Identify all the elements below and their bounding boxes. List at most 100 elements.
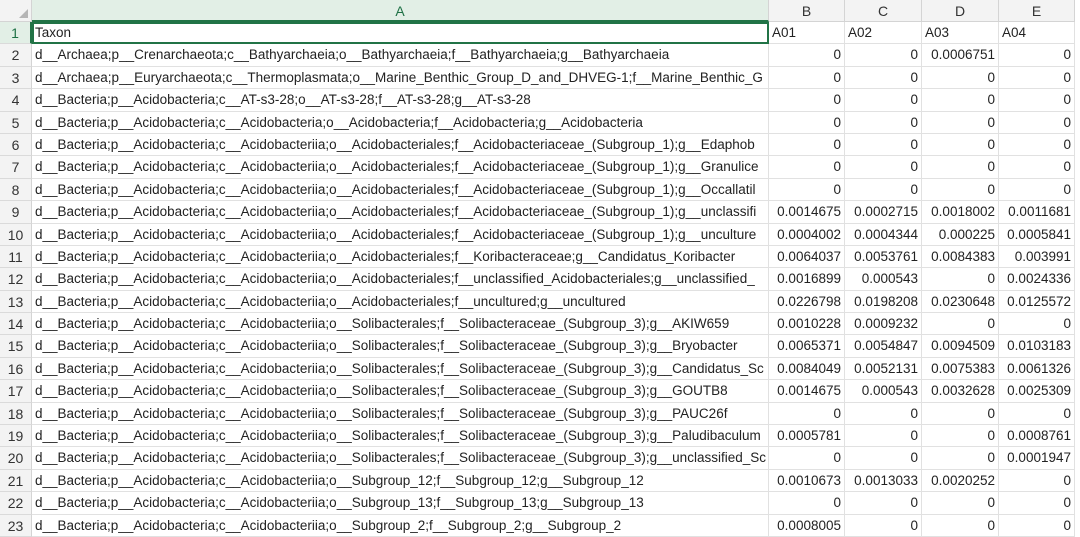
cell-e22[interactable]: 0 [999, 492, 1075, 515]
row-header-22[interactable]: 22 [0, 492, 32, 515]
cell-b14[interactable]: 0.0010228 [769, 313, 845, 336]
cell-a6[interactable]: d__Bacteria;p__Acidobacteria;c__Acidobac… [32, 133, 769, 157]
cell-e9[interactable]: 0.0011681 [999, 201, 1075, 224]
row-header-20[interactable]: 20 [0, 447, 32, 470]
cell-b18[interactable]: 0 [769, 402, 845, 426]
cell-c5[interactable]: 0 [845, 111, 922, 134]
cell-b19[interactable]: 0.0005781 [769, 425, 845, 448]
column-header-a[interactable]: A [32, 0, 769, 22]
cell-d22[interactable]: 0 [922, 492, 999, 515]
cell-a8[interactable]: d__Bacteria;p__Acidobacteria;c__Acidobac… [32, 178, 769, 202]
cell-a16[interactable]: d__Bacteria;p__Acidobacteria;c__Acidobac… [32, 357, 769, 381]
row-header-1[interactable]: 1 [0, 22, 32, 45]
cell-a12[interactable]: d__Bacteria;p__Acidobacteria;c__Acidobac… [32, 268, 769, 291]
cell-c18[interactable]: 0 [845, 402, 922, 426]
cell-b20[interactable]: 0 [769, 447, 845, 470]
select-all-button[interactable] [0, 0, 32, 22]
cell-a5[interactable]: d__Bacteria;p__Acidobacteria;c__Acidobac… [32, 111, 769, 134]
cell-e13[interactable]: 0.0125572 [999, 290, 1075, 314]
cell-e21[interactable]: 0 [999, 469, 1075, 493]
cell-c2[interactable]: 0 [845, 44, 922, 67]
row-header-13[interactable]: 13 [0, 290, 32, 314]
cell-b4[interactable]: 0 [769, 89, 845, 112]
cell-b2[interactable]: 0 [769, 44, 845, 67]
cell-a1[interactable]: Taxon [32, 22, 769, 45]
cell-d9[interactable]: 0.0018002 [922, 201, 999, 224]
cell-e7[interactable]: 0 [999, 156, 1075, 179]
cell-d16[interactable]: 0.0075383 [922, 357, 999, 381]
cell-b12[interactable]: 0.0016899 [769, 268, 845, 291]
cell-c10[interactable]: 0.0004344 [845, 223, 922, 246]
cell-b5[interactable]: 0 [769, 111, 845, 134]
cell-d19[interactable]: 0 [922, 425, 999, 448]
column-header-d[interactable]: D [922, 0, 999, 22]
cell-d1[interactable]: A03 [922, 22, 999, 45]
cell-a11[interactable]: d__Bacteria;p__Acidobacteria;c__Acidobac… [32, 245, 769, 269]
cell-a9[interactable]: d__Bacteria;p__Acidobacteria;c__Acidobac… [32, 201, 769, 224]
cell-d8[interactable]: 0 [922, 178, 999, 202]
cell-d21[interactable]: 0.0020252 [922, 469, 999, 493]
cell-a15[interactable]: d__Bacteria;p__Acidobacteria;c__Acidobac… [32, 335, 769, 358]
cell-a2[interactable]: d__Archaea;p__Crenarchaeota;c__Bathyarch… [32, 44, 769, 67]
row-header-12[interactable]: 12 [0, 268, 32, 291]
row-header-15[interactable]: 15 [0, 335, 32, 358]
cell-b13[interactable]: 0.0226798 [769, 290, 845, 314]
cell-c16[interactable]: 0.0052131 [845, 357, 922, 381]
row-header-8[interactable]: 8 [0, 178, 32, 202]
cell-e2[interactable]: 0 [999, 44, 1075, 67]
cell-e3[interactable]: 0 [999, 66, 1075, 90]
cell-d3[interactable]: 0 [922, 66, 999, 90]
row-header-19[interactable]: 19 [0, 425, 32, 448]
cell-c8[interactable]: 0 [845, 178, 922, 202]
cell-b15[interactable]: 0.0065371 [769, 335, 845, 358]
cell-d17[interactable]: 0.0032628 [922, 380, 999, 403]
row-header-23[interactable]: 23 [0, 514, 32, 537]
cell-d5[interactable]: 0 [922, 111, 999, 134]
cell-d18[interactable]: 0 [922, 402, 999, 426]
cell-e19[interactable]: 0.0008761 [999, 425, 1075, 448]
cell-b9[interactable]: 0.0014675 [769, 201, 845, 224]
cell-e12[interactable]: 0.0024336 [999, 268, 1075, 291]
cell-d11[interactable]: 0.0084383 [922, 245, 999, 269]
cell-e17[interactable]: 0.0025309 [999, 380, 1075, 403]
column-header-b[interactable]: B [769, 0, 845, 22]
cell-c3[interactable]: 0 [845, 66, 922, 90]
column-header-e[interactable]: E [999, 0, 1075, 22]
row-header-14[interactable]: 14 [0, 313, 32, 336]
cell-e10[interactable]: 0.0005841 [999, 223, 1075, 246]
cell-b6[interactable]: 0 [769, 133, 845, 157]
cell-e1[interactable]: A04 [999, 22, 1075, 45]
cell-d7[interactable]: 0 [922, 156, 999, 179]
cell-c6[interactable]: 0 [845, 133, 922, 157]
row-header-11[interactable]: 11 [0, 245, 32, 269]
cell-d2[interactable]: 0.0006751 [922, 44, 999, 67]
cell-d14[interactable]: 0 [922, 313, 999, 336]
cell-c17[interactable]: 0.000543 [845, 380, 922, 403]
cell-e15[interactable]: 0.0103183 [999, 335, 1075, 358]
cell-c1[interactable]: A02 [845, 22, 922, 45]
cell-b22[interactable]: 0 [769, 492, 845, 515]
row-header-10[interactable]: 10 [0, 223, 32, 246]
cell-b16[interactable]: 0.0084049 [769, 357, 845, 381]
cell-a22[interactable]: d__Bacteria;p__Acidobacteria;c__Acidobac… [32, 492, 769, 515]
cell-c4[interactable]: 0 [845, 89, 922, 112]
row-header-9[interactable]: 9 [0, 201, 32, 224]
cell-c12[interactable]: 0.000543 [845, 268, 922, 291]
row-header-16[interactable]: 16 [0, 357, 32, 381]
cell-e16[interactable]: 0.0061326 [999, 357, 1075, 381]
row-header-6[interactable]: 6 [0, 133, 32, 157]
cell-a3[interactable]: d__Archaea;p__Euryarchaeota;c__Thermopla… [32, 66, 769, 90]
cell-e4[interactable]: 0 [999, 89, 1075, 112]
cell-e23[interactable]: 0 [999, 514, 1075, 537]
cell-a4[interactable]: d__Bacteria;p__Acidobacteria;c__AT-s3-28… [32, 89, 769, 112]
cell-b7[interactable]: 0 [769, 156, 845, 179]
cell-a21[interactable]: d__Bacteria;p__Acidobacteria;c__Acidobac… [32, 469, 769, 493]
cell-e20[interactable]: 0.0001947 [999, 447, 1075, 470]
cell-c11[interactable]: 0.0053761 [845, 245, 922, 269]
cell-a23[interactable]: d__Bacteria;p__Acidobacteria;c__Acidobac… [32, 514, 769, 537]
cell-c13[interactable]: 0.0198208 [845, 290, 922, 314]
cell-b3[interactable]: 0 [769, 66, 845, 90]
cell-a7[interactable]: d__Bacteria;p__Acidobacteria;c__Acidobac… [32, 156, 769, 179]
cell-d20[interactable]: 0 [922, 447, 999, 470]
row-header-5[interactable]: 5 [0, 111, 32, 134]
